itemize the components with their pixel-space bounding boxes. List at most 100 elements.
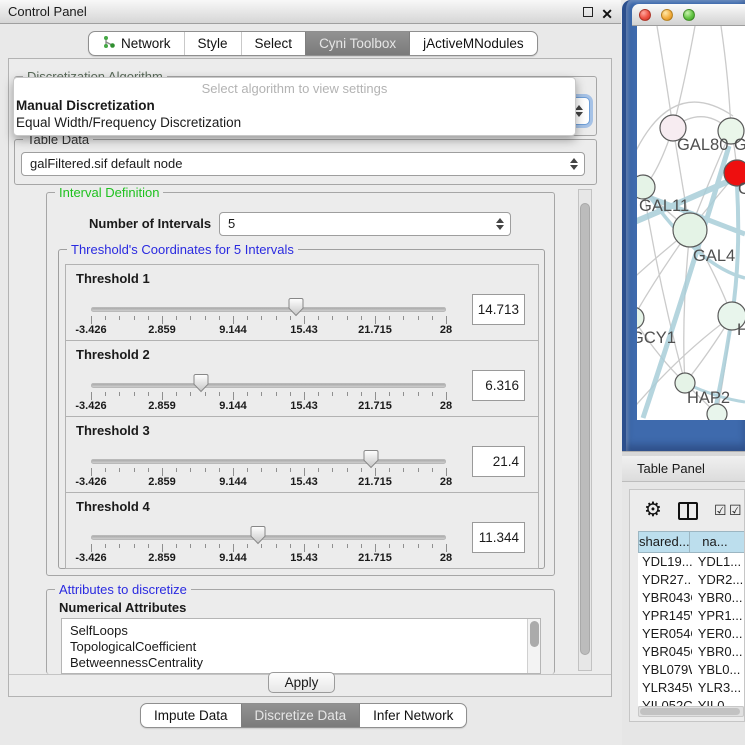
slider-tick-label: 28 (421, 324, 471, 336)
threshold-slider-thumb[interactable] (250, 525, 266, 545)
bottom-tab-bar: Impute Data Discretize DataInfer Network (140, 703, 467, 728)
attribute-item[interactable]: TopologicalCoefficient (62, 639, 540, 655)
tab-select[interactable]: Select (241, 32, 306, 55)
checkbox-checked-icon[interactable]: ☑ (729, 502, 742, 519)
table-panel-title: Table Panel (637, 461, 705, 476)
cell-name: YBR0... (692, 589, 745, 607)
tab-discretize-data[interactable]: Discretize Data (241, 704, 360, 727)
network-view[interactable]: GAL80GCGAL11GAL4GCY1HHAP2 (637, 26, 745, 420)
float-window-icon[interactable] (583, 7, 593, 17)
gear-icon[interactable]: ⚙ (644, 498, 662, 522)
panel-scrollbar-thumb[interactable] (580, 203, 590, 655)
tab-label: Cyni Toolbox (319, 36, 396, 51)
table-scrollbar-thumb[interactable] (640, 708, 740, 715)
table-row[interactable]: YBR043CYBR0... (638, 589, 745, 607)
node-gcy1[interactable] (637, 307, 644, 329)
number-of-intervals-combo[interactable]: 5 (219, 212, 511, 236)
attributes-list-scrollbar[interactable] (527, 619, 540, 673)
threshold-slider-track[interactable] (91, 459, 446, 464)
columns-icon[interactable] (678, 502, 698, 520)
node-gal11[interactable] (637, 175, 655, 199)
threshold-slider-thumb[interactable] (363, 449, 379, 469)
threshold-value-input[interactable]: 21.4 (472, 446, 525, 477)
tab-jactivemnodules[interactable]: jActiveMNodules (409, 32, 537, 55)
table-horizontal-scrollbar[interactable] (638, 706, 744, 717)
threshold-slider-thumb[interactable] (193, 373, 209, 393)
attributes-list-scrollbar-thumb[interactable] (530, 621, 539, 647)
interval-definition-label: Interval Definition (55, 185, 163, 200)
cell-shared-name: YER054C (638, 625, 692, 643)
threshold-slider-track[interactable] (91, 535, 446, 540)
algorithm-popup-hint: Select algorithm to view settings (14, 81, 575, 97)
apply-button[interactable]: Apply (268, 672, 335, 693)
slider-tick-label: 15.43 (279, 552, 329, 564)
number-of-intervals-label: Number of Intervals (89, 216, 211, 231)
threshold-slider-track[interactable] (91, 383, 446, 388)
tab-impute-data[interactable]: Impute Data (141, 704, 241, 727)
algorithm-option[interactable]: Manual Discretization (14, 97, 575, 114)
table-row[interactable]: YDR27...YDR2... (638, 571, 745, 589)
tab-cyni-toolbox[interactable]: Cyni Toolbox (305, 32, 409, 55)
attribute-item[interactable]: BetweennessCentrality (62, 655, 540, 671)
tab-network[interactable]: Network (89, 32, 184, 55)
threshold-value-input[interactable]: 11.344 (472, 522, 525, 553)
number-of-intervals-value: 5 (228, 216, 235, 231)
mac-close-button[interactable] (639, 9, 651, 21)
table-row[interactable]: YBL079WYBL0... (638, 661, 745, 679)
checkbox-checked-icon[interactable]: ☑ (714, 502, 727, 519)
control-panel-titlebar: Control Panel ✕ (0, 0, 621, 24)
node-label: GAL80 (677, 136, 728, 154)
table-row[interactable]: YDL19...YDL1... (638, 553, 745, 571)
table-row[interactable]: YBR045CYBR0... (638, 643, 745, 661)
slider-tick-label: 28 (421, 476, 471, 488)
slider-tick-label: 9.144 (208, 476, 258, 488)
cell-shared-name: YDL19... (638, 553, 692, 571)
table-panel-box: ⚙ ☑ ☑ shared... na... YDL19...YDL1...YDR… (629, 489, 745, 722)
algorithm-dropdown-popup: Select algorithm to view settings Manual… (13, 77, 576, 136)
slider-tick-label: 9.144 (208, 400, 258, 412)
slider-tick-label: -3.426 (66, 552, 116, 564)
threshold-value-input[interactable]: 6.316 (472, 370, 525, 401)
panel-vertical-scrollbar[interactable] (578, 189, 592, 671)
cell-name: YDL1... (692, 553, 745, 571)
table-row[interactable]: YIL052CYIL0... (638, 697, 745, 706)
combo-stepper-icon (496, 218, 504, 230)
combo-stepper-icon (570, 158, 578, 170)
attributes-group: Attributes to discretize Numerical Attri… (46, 589, 555, 674)
tab-infer-network[interactable]: Infer Network (359, 704, 466, 727)
threshold-value-input[interactable]: 14.713 (472, 294, 525, 325)
node-gal4[interactable] (673, 213, 707, 247)
tab-label: Impute Data (154, 708, 228, 723)
threshold-title: Threshold 2 (76, 347, 150, 362)
column-header-name[interactable]: na... (690, 531, 745, 553)
threshold-slider-thumb[interactable] (288, 297, 304, 317)
table-data-combo[interactable]: galFiltered.sif default node (21, 152, 585, 176)
slider-tick-labels: -3.4262.8599.14415.4321.71528 (91, 400, 447, 413)
interval-definition-group: Interval Definition Number of Intervals … (46, 192, 555, 576)
tab-style[interactable]: Style (184, 32, 241, 55)
threshold-row: Threshold 3-3.4262.8599.14415.4321.71528… (65, 416, 539, 493)
table-data-group: Table Data galFiltered.sif default node (14, 139, 597, 185)
mac-zoom-button[interactable] (683, 9, 695, 21)
table-row[interactable]: YLR345WYLR3... (638, 679, 745, 697)
slider-tick-labels: -3.4262.8599.14415.4321.71528 (91, 476, 447, 489)
thresholds-group-label: Threshold's Coordinates for 5 Intervals (67, 242, 298, 257)
table-row[interactable]: YER054CYER0... (638, 625, 745, 643)
node-label: GAL11 (639, 197, 689, 215)
table-row[interactable]: YPR145WYPR1... (638, 607, 745, 625)
cell-name: YDR2... (692, 571, 745, 589)
threshold-slider-track[interactable] (91, 307, 446, 312)
slider-tick-label: 21.715 (350, 552, 400, 564)
attribute-item[interactable]: SelfLoops (62, 623, 540, 639)
table-panel-header: Table Panel (622, 456, 745, 482)
node-table-rows: YDL19...YDL1...YDR27...YDR2...YBR043CYBR… (638, 553, 745, 706)
column-header-shared-name[interactable]: shared... (638, 531, 690, 553)
cell-name: YBR0... (692, 643, 745, 661)
threshold-row: Threshold 4-3.4262.8599.14415.4321.71528… (65, 492, 539, 569)
tab-label: Network (121, 36, 171, 51)
mac-minimize-button[interactable] (661, 9, 673, 21)
algorithm-option[interactable]: Equal Width/Frequency Discretization (14, 114, 575, 131)
top-tab-bar: Network StyleSelect Cyni Toolbox jActiveMNo… (88, 31, 538, 56)
tab-label: jActiveMNodules (423, 36, 524, 51)
close-icon[interactable]: ✕ (601, 3, 613, 26)
